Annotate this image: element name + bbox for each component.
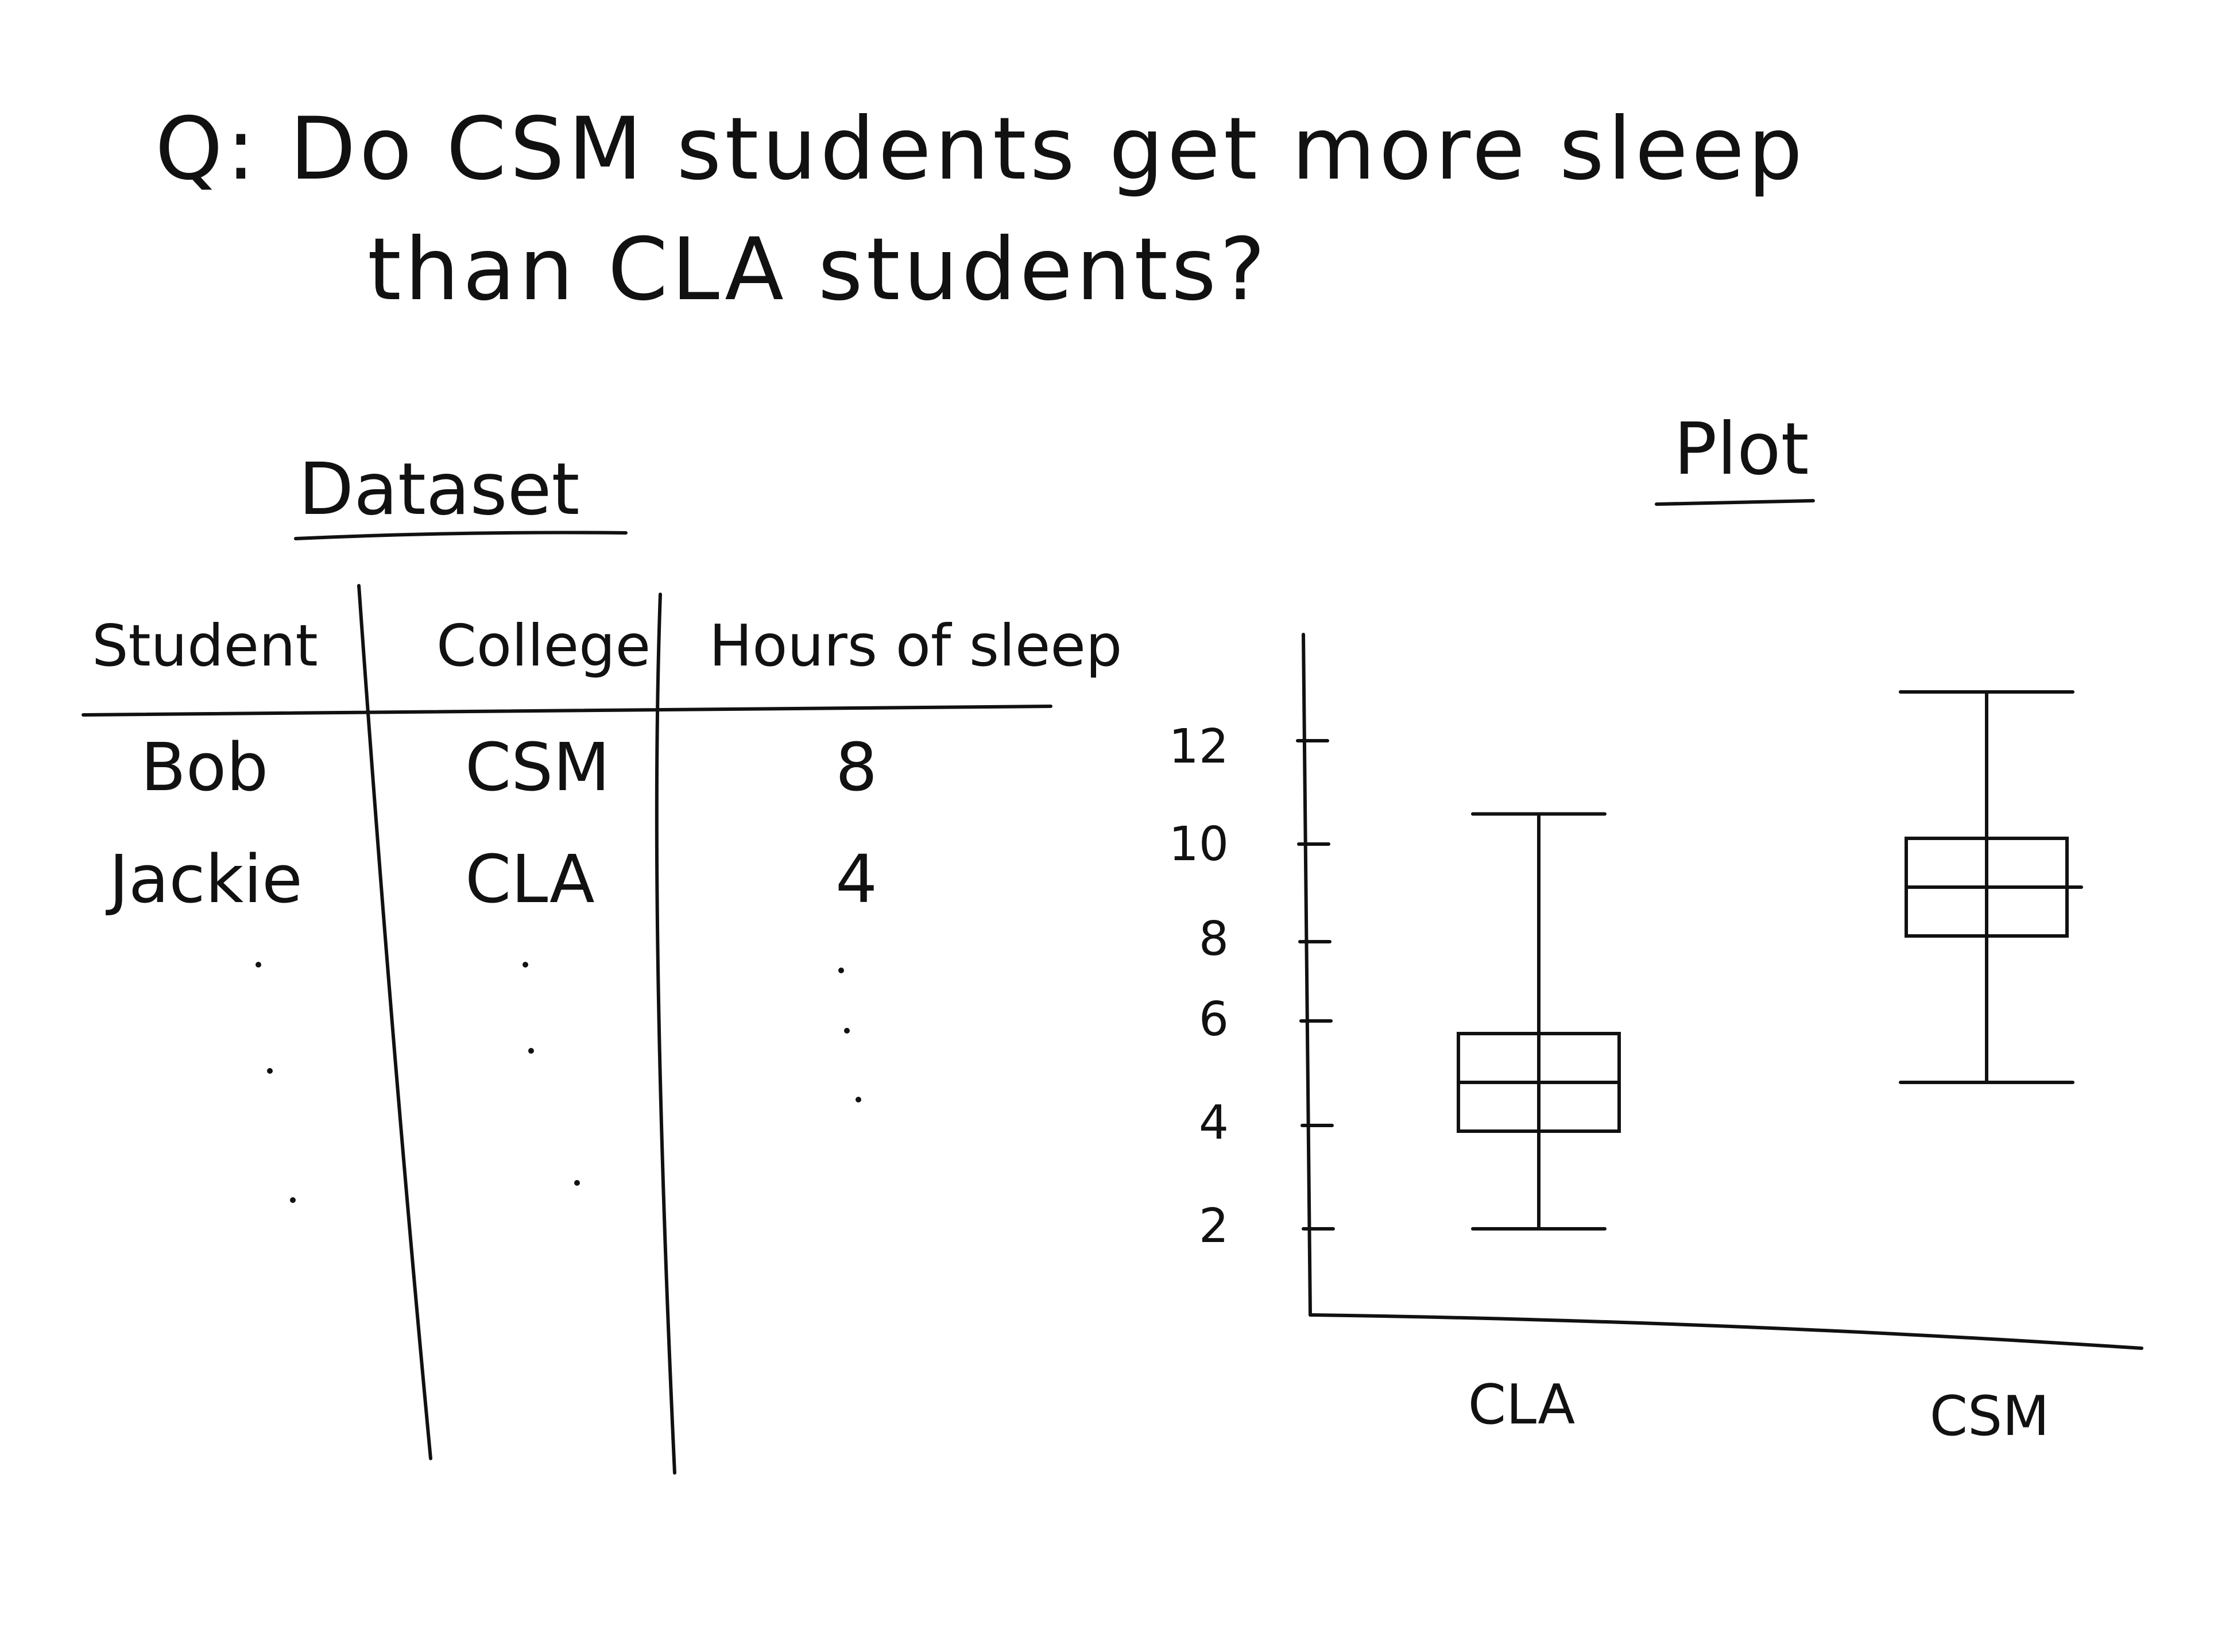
- table-column-divider-2: [655, 593, 676, 1475]
- ellipsis-dot: [256, 962, 261, 968]
- ellipsis-dot: [856, 1097, 861, 1102]
- x-axis: [1309, 1313, 2143, 1350]
- ellipsis-dot: [838, 968, 844, 973]
- ellipsis-dot: [290, 1197, 296, 1203]
- ellipsis-dot: [528, 1048, 534, 1054]
- dataset-heading-underline: [294, 531, 628, 540]
- ellipsis-dot: [267, 1068, 273, 1074]
- ellipsis-dot: [522, 962, 528, 968]
- ellipsis-dot: [844, 1028, 850, 1034]
- table-header-rule: [82, 705, 1052, 717]
- drawing-canvas: [82, 499, 2143, 1475]
- plot-heading-underline: [1655, 499, 1815, 506]
- ellipsis-dot: [574, 1180, 580, 1186]
- table-column-divider-1: [357, 584, 432, 1460]
- y-axis: [1302, 633, 1312, 1317]
